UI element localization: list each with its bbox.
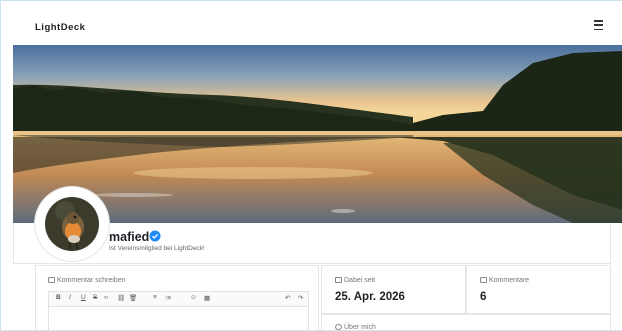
joined-stat-card: Dabei seit 25. Apr. 2026 bbox=[321, 265, 466, 314]
comments-count-label: Kommentare bbox=[480, 277, 529, 284]
avatar[interactable] bbox=[45, 197, 99, 251]
username[interactable]: mafied bbox=[109, 230, 149, 244]
top-navbar: LightDeck bbox=[1, 1, 622, 45]
comment-label-text: Kommentar schreiben bbox=[57, 277, 126, 284]
about-card: Über mich bbox=[321, 314, 611, 331]
underline-button[interactable]: U bbox=[81, 294, 86, 301]
brand-logo[interactable]: LightDeck bbox=[35, 22, 85, 33]
code-button[interactable]: ‹› bbox=[104, 294, 108, 301]
image-button[interactable]: ▦ bbox=[204, 294, 210, 302]
joined-label-text: Dabei seit bbox=[344, 277, 376, 284]
info-icon bbox=[335, 324, 342, 330]
lake-sunset-image bbox=[13, 45, 622, 223]
comments-count-value: 6 bbox=[480, 291, 487, 303]
delete-button[interactable]: 🗑 bbox=[129, 294, 137, 302]
undo-button[interactable]: ↶ bbox=[285, 294, 290, 302]
joined-label: Dabei seit bbox=[335, 277, 375, 284]
about-label-text: Über mich bbox=[344, 324, 376, 331]
comment-icon bbox=[48, 277, 55, 283]
numbered-list-button[interactable]: ⁝≡ bbox=[165, 294, 171, 302]
emoji-button[interactable]: ☺ bbox=[190, 294, 197, 301]
hamburger-menu-icon[interactable] bbox=[594, 20, 608, 32]
redo-button[interactable]: ↷ bbox=[298, 294, 303, 302]
comments-stat-card: Kommentare 6 bbox=[466, 265, 611, 314]
bold-button[interactable]: B bbox=[56, 294, 61, 301]
comments-label-text: Kommentare bbox=[489, 277, 530, 284]
italic-button[interactable]: I bbox=[69, 294, 71, 301]
bullet-list-button[interactable]: ≡ bbox=[153, 294, 157, 301]
about-label: Über mich bbox=[335, 324, 376, 331]
comment-card: Kommentar schreiben B I U S ‹› ⛓ 🗑 ≡ ⁝≡ … bbox=[35, 265, 319, 330]
page-frame: LightDeck mafied Ist Vereinsmitglied bei… bbox=[0, 0, 622, 331]
comments-icon bbox=[480, 277, 487, 283]
profile-tagline: Ist Vereinsmitglied bei LightDeck! bbox=[109, 245, 205, 252]
comment-editor-input[interactable] bbox=[48, 307, 309, 330]
link-button[interactable]: ⛓ bbox=[117, 294, 125, 302]
strikethrough-button[interactable]: S bbox=[93, 294, 97, 301]
profile-banner bbox=[13, 45, 622, 223]
calendar-icon bbox=[335, 277, 342, 283]
joined-value: 25. Apr. 2026 bbox=[335, 291, 405, 303]
verified-badge-icon bbox=[149, 230, 161, 242]
comment-card-label: Kommentar schreiben bbox=[48, 277, 125, 284]
robin-bird-icon bbox=[45, 197, 99, 251]
editor-toolbar: B I U S ‹› ⛓ 🗑 ≡ ⁝≡ ☺ ▦ ↶ ↷ bbox=[48, 291, 309, 307]
